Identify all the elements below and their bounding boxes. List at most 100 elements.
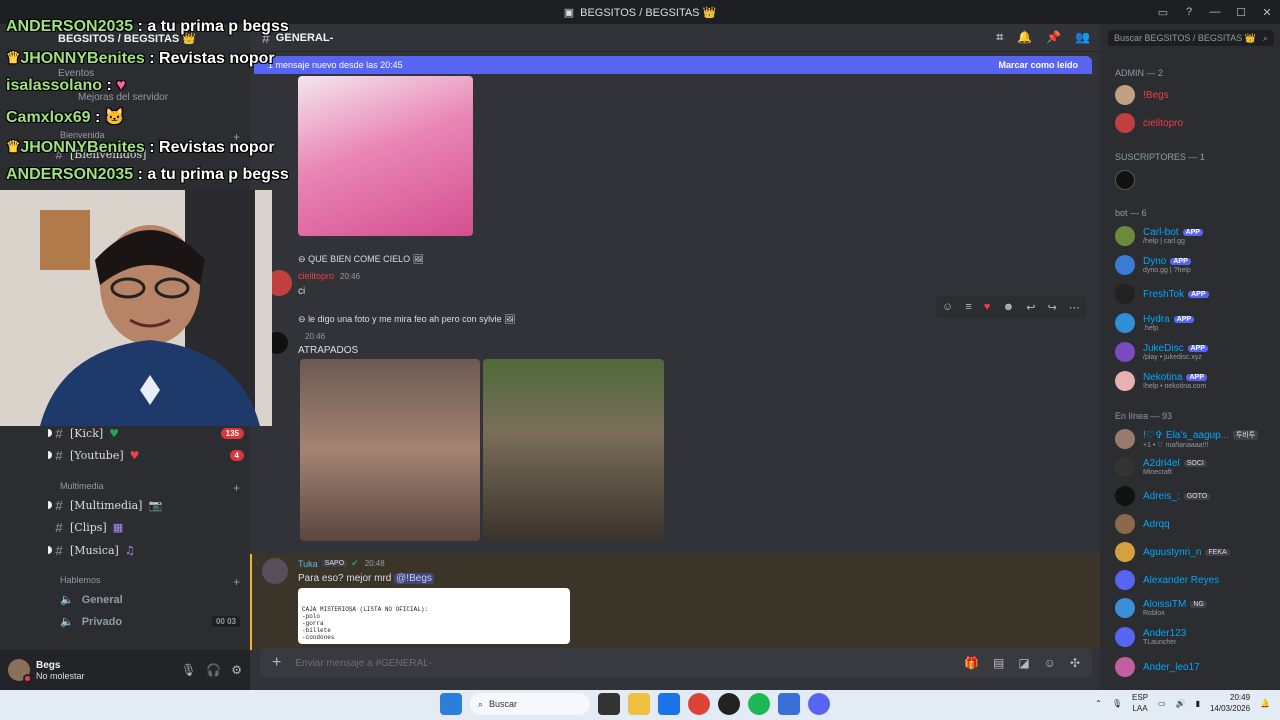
task-view-icon[interactable] [598, 693, 620, 715]
microphone-icon[interactable]: 🎙 [1112, 699, 1122, 708]
message-body: Para eso? mejor mrd [298, 573, 392, 584]
member-item[interactable]: Ander_leo17 [1115, 654, 1277, 680]
new-messages-banner[interactable]: 1 mensaje nuevo desde las 20:45 Marcar c… [254, 56, 1092, 74]
member-item[interactable]: Aguustynn_n FEKA [1115, 539, 1277, 565]
channel-youtube[interactable]: # [Youtube] ♥ 4 [48, 445, 244, 465]
more-icon[interactable]: ⋯ [1069, 301, 1080, 314]
member-item[interactable]: A2dri4el SOCI Minecraft [1115, 454, 1277, 480]
help-icon[interactable]: ? [1176, 6, 1202, 18]
message-author[interactable]: cielitopro 20:46 [298, 271, 360, 281]
headphones-icon[interactable]: 🎧 [206, 663, 221, 677]
notification-bell-icon[interactable]: 🔔 [1260, 699, 1270, 708]
minimize-button[interactable]: — [1202, 6, 1228, 18]
input-placeholder[interactable]: Enviar mensaje a #GENERAL- [295, 658, 432, 669]
inbox-icon[interactable]: ▭ [1150, 6, 1176, 19]
emoji-icon[interactable]: ☺ [1044, 656, 1056, 670]
member-item[interactable]: AloissiTM NG Roblox [1115, 595, 1277, 621]
member-item[interactable]: Adreis_: GOTO [1115, 483, 1277, 509]
member-item[interactable] [1115, 167, 1277, 193]
file-explorer-icon[interactable] [628, 693, 650, 715]
member-item[interactable]: Carl-bot APP/help | carl.gg [1115, 223, 1277, 249]
image-attachment[interactable] [483, 359, 664, 541]
rainbow-reaction-icon[interactable]: ≡ [965, 301, 971, 313]
reply-preview[interactable]: ⊖ le digo una foto y me mira feo ah pero… [298, 314, 516, 325]
spotify-icon[interactable] [748, 693, 770, 715]
battery-icon[interactable]: ▮ [1196, 699, 1200, 708]
message-input[interactable]: + Enviar mensaje a #GENERAL- 🎁 ▤ ◪ ☺ ✣ [260, 648, 1092, 678]
network-icon[interactable]: ▭ [1158, 699, 1166, 708]
apps-icon[interactable]: ✣ [1070, 656, 1080, 670]
channel-musica[interactable]: # [Musica] ♫ [48, 540, 244, 560]
voice-channel-privado[interactable]: 🔈 Privado 00 03 [60, 615, 240, 628]
member-item[interactable]: JukeDisc APP/play • jukedisc.xyz [1115, 339, 1277, 365]
add-attachment-icon[interactable]: + [272, 654, 281, 672]
avatar [1115, 657, 1135, 677]
member-item[interactable]: FreshTok APP [1115, 281, 1277, 307]
discord-icon[interactable] [808, 693, 830, 715]
store-icon[interactable] [658, 693, 680, 715]
member-item[interactable]: Alexander Reyes [1115, 567, 1277, 593]
members-icon[interactable]: 👥 [1075, 30, 1090, 45]
app-icon: ▣ [563, 6, 575, 19]
member-item[interactable]: Nekotina APP !help • nekotina.com [1115, 368, 1277, 394]
chrome-icon[interactable] [688, 693, 710, 715]
maximize-button[interactable]: ☐ [1228, 6, 1254, 19]
author-name[interactable]: Tuka [298, 559, 318, 569]
heart-reaction-icon[interactable]: ♥ [984, 301, 991, 313]
reply-icon[interactable]: ↩ [1026, 301, 1035, 314]
channel-clips[interactable]: # [Clips] ▦ [48, 517, 244, 537]
obs-icon[interactable] [718, 693, 740, 715]
image-attachment[interactable] [298, 76, 473, 236]
windows-start-icon[interactable] [440, 693, 462, 715]
add-channel-icon[interactable]: + [233, 481, 240, 495]
avatar[interactable] [262, 558, 288, 584]
user-panel: Begs No molestar 🎙 🎧 ⚙ [0, 650, 250, 690]
member-item[interactable]: Dyno APP dyno.gg | ?help [1115, 252, 1277, 278]
taskbar-search[interactable]: ⌕ Buscar [470, 693, 590, 715]
channel-kick[interactable]: # [Kick] ♥ 135 [48, 423, 244, 443]
gift-icon[interactable]: 🎁 [964, 656, 979, 670]
message-author[interactable]: Tuka SAPO ✔ 20:48 [298, 558, 385, 569]
member-item[interactable]: !Begs [1115, 82, 1277, 108]
chat-username: ANDERSON2035 [6, 166, 134, 183]
notepad-icon[interactable] [778, 693, 800, 715]
forward-icon[interactable]: ↪ [1048, 301, 1057, 314]
user-mention[interactable]: @!Begs [394, 573, 434, 584]
channel-multimedia[interactable]: # [Multimedia] 📷 [48, 495, 244, 515]
clock[interactable]: 20:49 14/03/2026 [1210, 692, 1250, 714]
category-hablemos[interactable]: Hablemos + [60, 575, 240, 589]
streamer-image [0, 190, 272, 426]
member-activity: Minecraft [1143, 469, 1172, 476]
pin-icon[interactable]: 📌 [1046, 30, 1061, 45]
channel-label: [Youtube] [70, 448, 124, 462]
member-item[interactable]: Ander123 TLauncher [1115, 624, 1277, 650]
member-item[interactable]: !♡✞ Ela's_aagup... 투바투 +1 • ♡ mañanaaaa!!! [1115, 426, 1277, 452]
member-item[interactable]: Adrqq [1115, 511, 1277, 537]
image-attachment[interactable] [300, 359, 480, 541]
add-channel-icon[interactable]: + [233, 575, 240, 589]
avatar[interactable] [8, 659, 32, 683]
chat-username: ANDERSON2035 [6, 18, 134, 35]
volume-icon[interactable]: 🔊 [1176, 699, 1186, 708]
threads-icon[interactable]: ⌗ [996, 30, 1003, 45]
author-name[interactable]: cielitopro [298, 271, 334, 281]
microphone-icon[interactable]: 🎙 [181, 663, 196, 677]
document-preview[interactable]: CAJA MISTERIOSA (LISTA NO OFICIAL): -pol… [298, 588, 570, 644]
mark-read-button[interactable]: Marcar como leído [998, 60, 1078, 70]
add-reaction-icon[interactable]: ☻ [1003, 301, 1015, 313]
category-multimedia[interactable]: Multimedia + [60, 481, 240, 495]
chevron-up-icon[interactable]: ⌃ [1095, 699, 1102, 708]
search-input[interactable]: Buscar BEGSITOS / BEGSITAS 👑 ⌕ [1108, 30, 1274, 46]
voice-channel-general[interactable]: 🔈 General [60, 593, 240, 607]
gear-icon[interactable]: ⚙ [231, 663, 242, 677]
laugh-reaction-icon[interactable]: ☺ [942, 301, 953, 313]
sticker-icon[interactable]: ◪ [1018, 656, 1029, 670]
gif-icon[interactable]: ▤ [993, 656, 1004, 670]
member-item[interactable]: cielitopro [1115, 110, 1277, 136]
member-item[interactable]: Hydra APP .help [1115, 310, 1277, 336]
bell-icon[interactable]: 🔔 [1017, 30, 1032, 45]
language-indicator[interactable]: ESP LAA [1132, 692, 1148, 714]
reply-preview[interactable]: ⊖ QUE BIEN COME CIELO 🖼 [298, 254, 424, 265]
channel-header: # GENERAL- ⌗ 🔔 📌 👥 [250, 24, 1100, 52]
close-button[interactable]: ✕ [1254, 6, 1280, 19]
